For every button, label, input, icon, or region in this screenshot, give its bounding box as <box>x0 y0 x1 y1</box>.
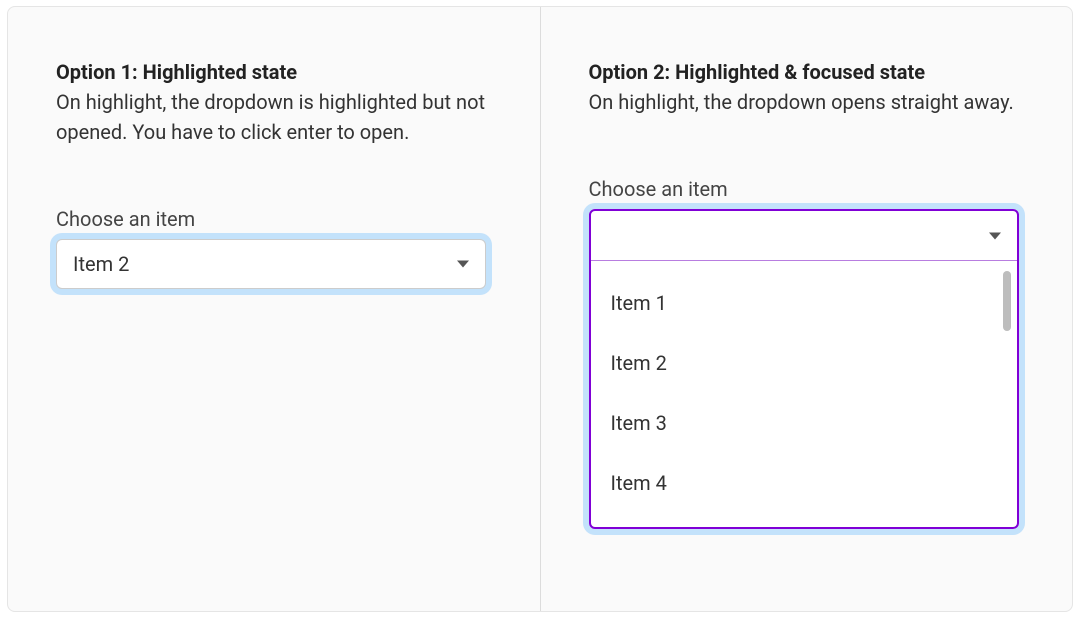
dropdown-option[interactable]: Item 2 <box>591 333 1017 393</box>
option-1-title: Option 1: Highlighted state <box>56 60 297 84</box>
dropdown-2-label: Choose an item <box>589 177 1025 201</box>
dropdown-open[interactable]: Item 1 Item 2 Item 3 Item 4 <box>589 209 1019 529</box>
dropdown-options-list: Item 1 Item 2 Item 3 Item 4 <box>591 261 1017 527</box>
comparison-container: Option 1: Highlighted state On highlight… <box>7 6 1073 612</box>
option-2-description: On highlight, the dropdown opens straigh… <box>589 90 1014 114</box>
dropdown-open-header[interactable] <box>591 211 1017 261</box>
panel-option-1: Option 1: Highlighted state On highlight… <box>8 7 541 611</box>
caret-down-icon <box>989 232 1001 239</box>
dropdown-1-selected-value: Item 2 <box>73 252 129 276</box>
option-2-heading: Option 2: Highlighted & focused state On… <box>589 57 1025 117</box>
caret-down-icon <box>457 261 469 268</box>
dropdown-open-wrapper: Item 1 Item 2 Item 3 Item 4 <box>589 209 1019 529</box>
option-2-title: Option 2: Highlighted & focused state <box>589 60 926 84</box>
dropdown-highlighted[interactable]: Item 2 <box>56 239 486 289</box>
dropdown-1-label: Choose an item <box>56 207 492 231</box>
dropdown-option[interactable]: Item 4 <box>591 453 1017 513</box>
option-1-description: On highlight, the dropdown is highlighte… <box>56 90 485 144</box>
option-1-heading: Option 1: Highlighted state On highlight… <box>56 57 492 147</box>
scrollbar-thumb[interactable] <box>1003 271 1011 331</box>
dropdown-option[interactable]: Item 1 <box>591 273 1017 333</box>
panel-option-2: Option 2: Highlighted & focused state On… <box>541 7 1073 611</box>
dropdown-option[interactable]: Item 3 <box>591 393 1017 453</box>
